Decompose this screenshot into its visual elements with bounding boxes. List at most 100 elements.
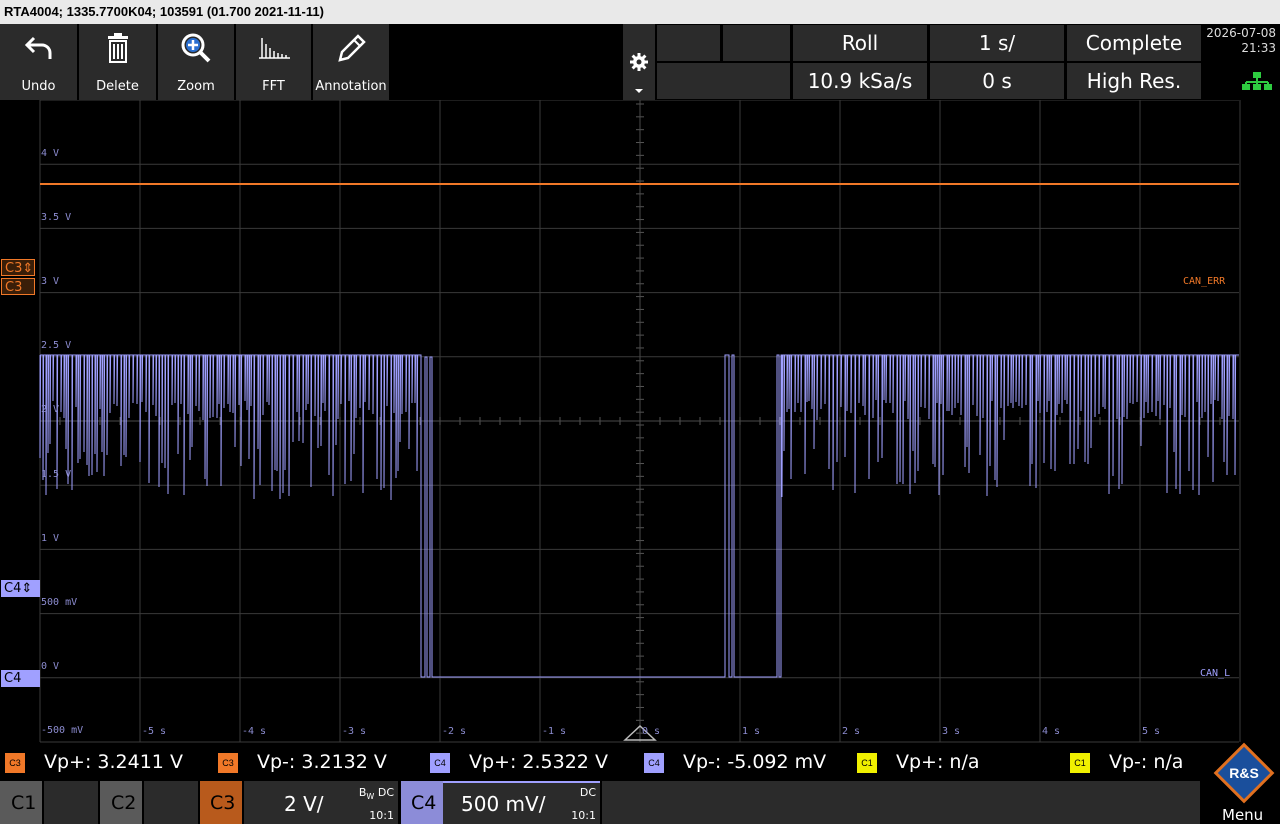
c3-bw-coupling: BW DC [359, 786, 394, 801]
x-label-4s: 4 s [1042, 726, 1061, 737]
c3-trace-label: CAN_ERR [1183, 276, 1226, 287]
time-offset[interactable]: 0 s [930, 63, 1064, 99]
acq-mode[interactable]: Roll [793, 25, 927, 61]
fft-button[interactable]: FFT [236, 24, 311, 100]
undo-icon [24, 36, 51, 59]
c4-trigger-marker[interactable]: C4⇕ [1, 580, 40, 597]
c4-offset-marker-label: C4 [4, 671, 22, 686]
y-label-500mv: 500 mV [41, 597, 78, 608]
c3-offset-marker[interactable]: C3 [1, 278, 35, 295]
y-label-4v: 4 V [41, 148, 60, 159]
meas6-value[interactable]: Vp-: n/a [1109, 751, 1183, 773]
empty-cell-1 [657, 25, 720, 61]
x-label-neg4s: -4 s [242, 726, 267, 737]
channel-c1-button[interactable]: C1 [0, 781, 42, 824]
time: 21:33 [1241, 41, 1276, 55]
x-label-neg3s: -3 s [342, 726, 367, 737]
c4-coupling: DC [579, 786, 596, 799]
y-label-2v: 2 V [41, 404, 60, 415]
meas2-channel-badge: C3 [218, 753, 238, 773]
x-label-neg1s: -1 s [542, 726, 567, 737]
svg-text:R&S: R&S [1229, 765, 1259, 781]
fft-icon [258, 38, 290, 59]
rs-logo-icon: R&S [1213, 742, 1275, 804]
y-label-1v: 1 V [41, 533, 60, 544]
channel-c2-button[interactable]: C2 [100, 781, 142, 824]
channel-c4-label: C4 [411, 792, 437, 814]
meas4-value[interactable]: Vp-: -5.092 mV [683, 751, 826, 773]
y-label-3v: 3 V [41, 276, 60, 287]
channel-c4-settings[interactable]: 500 mV/ DC 10:1 [443, 781, 600, 824]
channel-bar: C1 C2 C3 2 V/ BW DC 10:1 C4 500 mV/ DC 1… [0, 742, 1280, 824]
c3-bw-sub: W [366, 792, 375, 802]
menu-button[interactable]: R&S Menu [1204, 742, 1280, 824]
x-label-3s: 3 s [942, 726, 961, 737]
meas3-value[interactable]: Vp+: 2.5322 V [469, 751, 608, 773]
c4-offset-marker[interactable]: C4 [1, 670, 40, 687]
y-label-2.5v: 2.5 V [41, 340, 72, 351]
date: 2026-07-08 [1206, 26, 1276, 40]
dropdown-arrow-icon [635, 89, 643, 93]
meas5-value[interactable]: Vp+: n/a [896, 751, 980, 773]
y-label-0v: 0 V [41, 661, 60, 672]
center-ticks [39, 100, 1239, 742]
resolution-mode[interactable]: High Res. [1067, 63, 1201, 99]
trash-icon [107, 33, 128, 63]
c3-coupling: DC [377, 786, 394, 799]
x-label-5s: 5 s [1142, 726, 1161, 737]
c4-trace-label: CAN_L [1200, 668, 1231, 679]
channel-c3-settings[interactable]: 2 V/ BW DC 10:1 [244, 781, 398, 824]
waveform-display[interactable]: 4 V 3.5 V 3 V 2.5 V 2 V 1.5 V 1 V 500 mV… [0, 100, 1280, 743]
channel-c1-label: C1 [11, 792, 37, 814]
meas1-channel-badge: C3 [5, 753, 25, 773]
meas2-value[interactable]: Vp-: 3.2132 V [257, 751, 387, 773]
channel-c2-label: C2 [111, 792, 137, 814]
zoom-label: Zoom [177, 79, 215, 94]
acq-status[interactable]: Complete [1067, 25, 1201, 61]
y-label-3.5v: 3.5 V [41, 212, 72, 223]
annotation-button[interactable]: Annotation [313, 24, 389, 100]
undo-label: Undo [21, 79, 56, 94]
fft-label: FFT [262, 79, 285, 94]
c4-probe: 10:1 [571, 809, 596, 822]
channel-bar-empty [602, 781, 1200, 824]
waveform-grid [39, 100, 1241, 743]
menu-label: Menu [1222, 806, 1264, 824]
y-label-1.5v: 1.5 V [41, 469, 72, 480]
network-icon [1242, 72, 1272, 90]
channel-c3-button[interactable]: C3 [200, 781, 242, 824]
timebase-scale[interactable]: 1 s/ [930, 25, 1064, 61]
c4-trigger-marker-label: C4 [4, 581, 22, 596]
c3-scale: 2 V/ [284, 792, 324, 816]
c3-trigger-marker-label: C3 [5, 261, 23, 276]
x-label-1s: 1 s [742, 726, 761, 737]
c4-scale: 500 mV/ [461, 792, 546, 816]
delete-button[interactable]: Delete [79, 24, 156, 100]
window-title: RTA4004; 1335.7700K04; 103591 (01.700 20… [0, 0, 1280, 24]
settings-button[interactable] [623, 24, 655, 100]
sample-rate[interactable]: 10.9 kSa/s [793, 63, 927, 99]
meas4-channel-badge: C4 [644, 753, 664, 773]
annotation-label: Annotation [315, 79, 387, 94]
x-label-neg2s: -2 s [442, 726, 467, 737]
undo-button[interactable]: Undo [0, 24, 77, 100]
channel-c1-info[interactable] [44, 781, 98, 824]
c3-trigger-marker[interactable]: C3⇕ [1, 259, 35, 276]
delete-label: Delete [96, 79, 139, 94]
zoom-icon [181, 33, 211, 63]
channel-c3-label: C3 [210, 792, 236, 814]
meas5-channel-badge: C1 [857, 753, 877, 773]
empty-cell-2 [723, 25, 790, 61]
meas6-channel-badge: C1 [1070, 753, 1090, 773]
zoom-button[interactable]: Zoom [158, 24, 234, 100]
empty-cell-3 [657, 63, 790, 99]
c3-offset-marker-label: C3 [5, 280, 23, 295]
channel-c2-info[interactable] [144, 781, 198, 824]
pencil-icon [338, 34, 366, 62]
channel-c4-button[interactable]: C4 [401, 781, 443, 824]
c3-probe: 10:1 [369, 809, 394, 822]
toolbar: Undo Delete Zoom FFT Annotation Roll 1 s… [0, 24, 1280, 100]
measurement-bar: C3 Vp+: 3.2411 V C3 Vp-: 3.2132 V C4 Vp+… [0, 743, 1280, 781]
x-label-0s: 0 s [642, 726, 661, 737]
meas1-value[interactable]: Vp+: 3.2411 V [44, 751, 183, 773]
